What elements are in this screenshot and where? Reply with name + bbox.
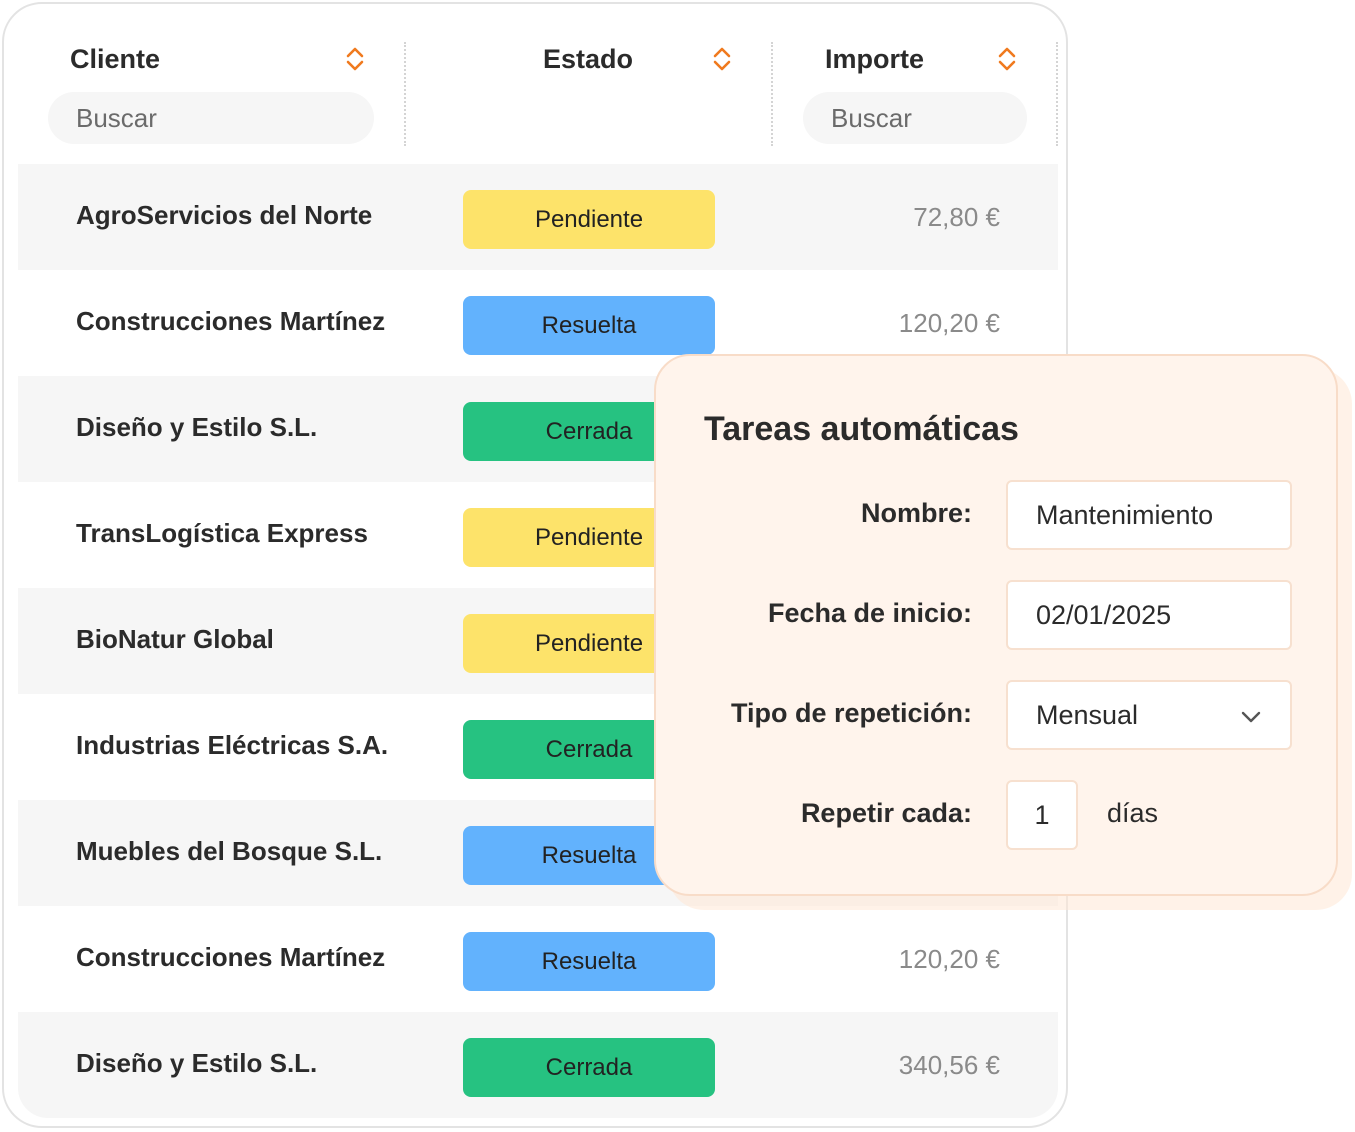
repeat-every-unit: días (1107, 798, 1159, 828)
repeat-every-label: Repetir cada: (800, 798, 972, 828)
client-name: Muebles del Bosque S.L. (76, 836, 383, 866)
start-date-field[interactable]: 02/01/2025 (1006, 580, 1292, 650)
column-separator (1056, 42, 1058, 146)
column-separator (404, 42, 406, 146)
client-name: BioNatur Global (76, 624, 274, 654)
automatic-tasks-panel: Tareas automáticas Nombre: Mantenimiento… (654, 354, 1338, 896)
table-row[interactable]: Diseño y Estilo S.L. Cerrada 340,56 € (18, 1012, 1058, 1118)
client-name: TransLogística Express (76, 518, 368, 548)
panel-title: Tareas automáticas (704, 410, 1019, 448)
table-row[interactable]: Construcciones Martínez Resuelta 120,20 … (18, 906, 1058, 1012)
start-date-label: Fecha de inicio: (767, 598, 972, 628)
column-header-importe[interactable]: Importe (825, 44, 924, 75)
column-header-cliente[interactable]: Cliente (70, 44, 160, 75)
client-name: Industrias Eléctricas S.A. (76, 730, 389, 760)
status-badge: Cerrada (463, 1038, 715, 1097)
chevron-down-icon (1241, 711, 1261, 723)
cliente-search-input[interactable] (48, 92, 374, 144)
client-name: Construcciones Martínez (76, 306, 386, 336)
client-name: Diseño y Estilo S.L. (76, 1048, 318, 1078)
client-name: Diseño y Estilo S.L. (76, 412, 318, 442)
repeat-type-value: Mensual (1036, 699, 1139, 730)
repeat-type-select[interactable]: Mensual (1006, 680, 1292, 750)
column-separator (771, 42, 773, 146)
name-value: Mantenimiento (1036, 499, 1214, 530)
sort-icon[interactable] (344, 46, 366, 72)
repeat-every-value: 1 (1034, 799, 1050, 830)
repeat-type-label: Tipo de repetición: (730, 698, 972, 728)
start-date-value: 02/01/2025 (1036, 599, 1172, 630)
column-header-estado[interactable]: Estado (543, 44, 633, 75)
importe-search-input[interactable] (803, 92, 1027, 144)
client-name: Construcciones Martínez (76, 942, 386, 972)
client-name: AgroServicios del Norte (76, 200, 373, 230)
amount: 340,56 € (898, 1050, 1000, 1080)
status-badge: Resuelta (463, 296, 715, 355)
status-badge: Resuelta (463, 932, 715, 991)
repeat-every-input[interactable]: 1 (1006, 780, 1078, 850)
status-badge: Pendiente (463, 190, 715, 249)
name-field[interactable]: Mantenimiento (1006, 480, 1292, 550)
sort-icon[interactable] (996, 46, 1018, 72)
table-row[interactable]: AgroServicios del Norte Pendiente 72,80 … (18, 164, 1058, 270)
amount: 120,20 € (898, 944, 1000, 974)
amount: 72,80 € (913, 202, 1000, 232)
amount: 120,20 € (898, 308, 1000, 338)
name-label: Nombre: (860, 498, 972, 528)
sort-icon[interactable] (711, 46, 733, 72)
